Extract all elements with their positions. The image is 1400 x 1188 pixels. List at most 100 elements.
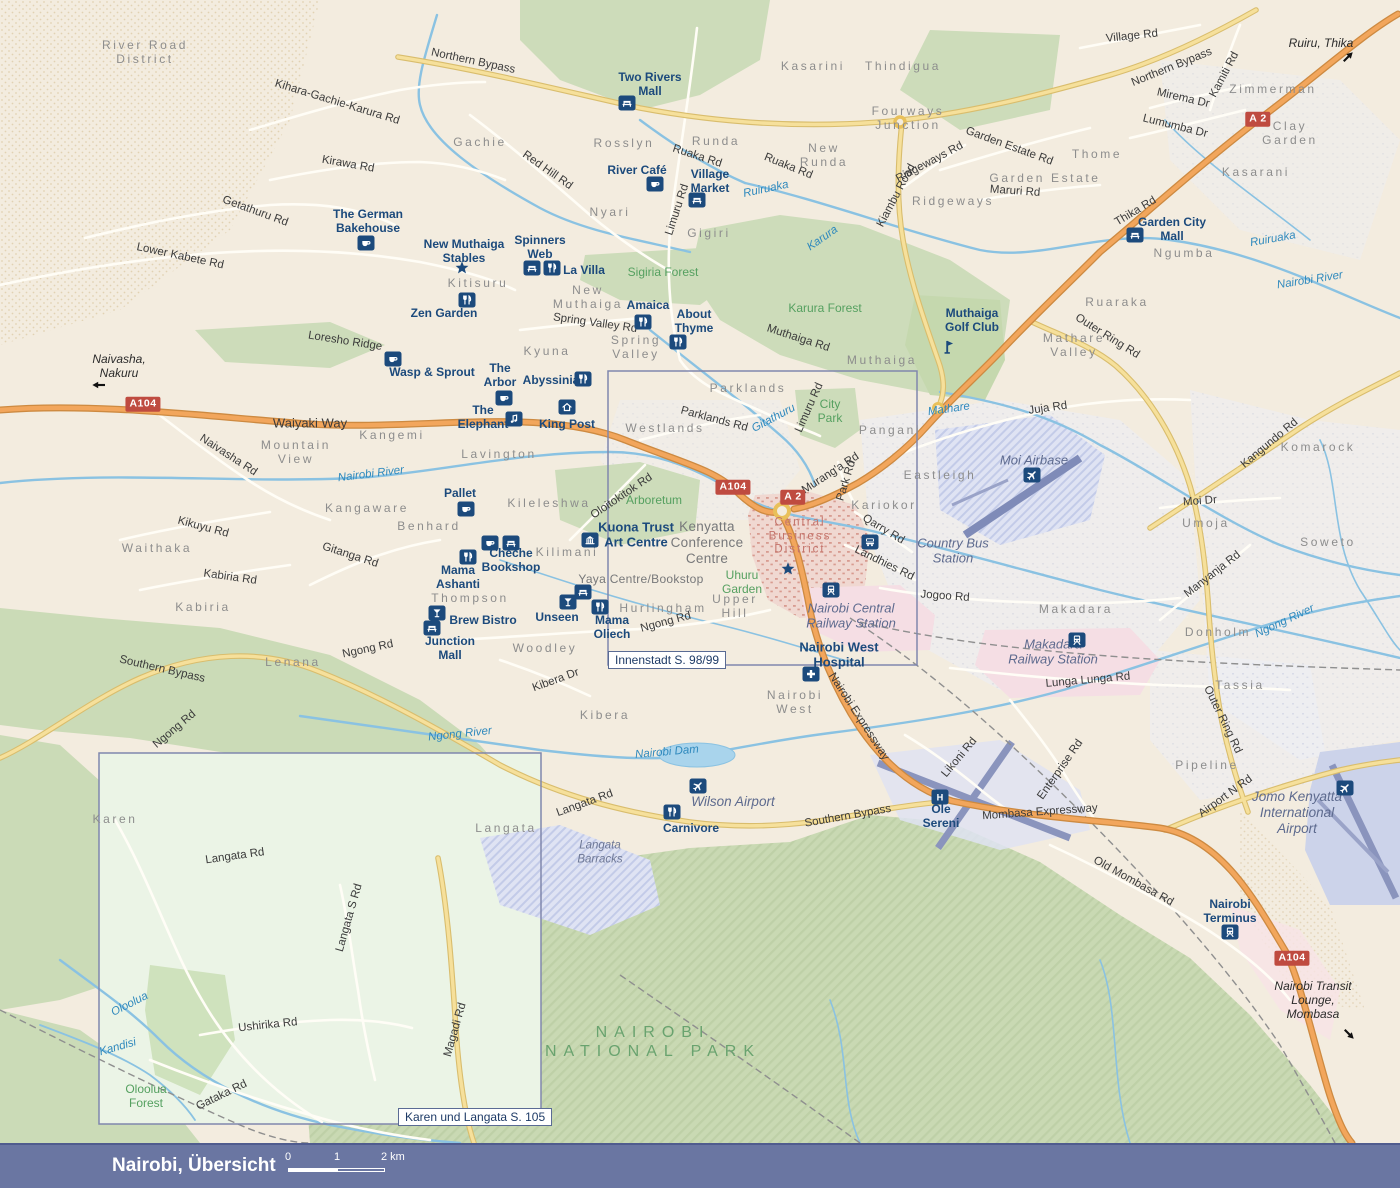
bench-icon xyxy=(524,261,541,276)
map-label: Getathuru Rd xyxy=(220,194,290,230)
map-label: The German Bakehouse xyxy=(333,207,403,235)
map-label: New Muthaiga xyxy=(553,283,623,311)
map-label: Ruaka Rd xyxy=(762,151,814,183)
road-shield: A104 xyxy=(715,480,750,495)
map-label: Lumumba Dr xyxy=(1141,112,1209,141)
map-label: Zimmerman xyxy=(1229,82,1316,96)
map-label: Waithaka xyxy=(122,541,192,555)
map-label: Nairobi River xyxy=(337,464,405,486)
map-label: Thome xyxy=(1072,147,1122,161)
map-label: Village Rd xyxy=(1105,28,1158,47)
map-label: Mountain View xyxy=(261,438,331,466)
train-icon xyxy=(1069,633,1086,648)
map-label: Langata xyxy=(475,821,537,835)
map-label: Limuru Rd xyxy=(793,381,827,435)
map-label: Kihara-Gachie-Karura Rd xyxy=(273,78,401,129)
map-label: Naivasha Rd xyxy=(197,432,260,479)
home-icon xyxy=(559,400,576,415)
coffee-icon xyxy=(358,236,375,251)
map-label: Northern Bypass xyxy=(430,46,517,77)
map-label: Ridgeways xyxy=(912,194,994,208)
map-label: Yaya Centre/Bookstop xyxy=(578,572,703,586)
arrow-icon xyxy=(1338,1023,1361,1046)
map-label: The Arbor xyxy=(484,361,517,389)
map-label: The Elephant xyxy=(458,403,509,431)
map-label: Kangemi xyxy=(359,428,425,442)
map-label: Langata Rd xyxy=(205,846,266,868)
map-label: Kabiria xyxy=(175,600,231,614)
map-label: New Runda xyxy=(800,141,848,169)
map-label: Lower Kabete Rd xyxy=(135,241,225,273)
map-label: Gitathuru xyxy=(750,402,798,436)
map-label: Waiyaki Way xyxy=(273,415,347,430)
bench-icon xyxy=(689,193,706,208)
map-label: Wasp & Sprout xyxy=(389,365,475,379)
map-label: Ruaka Rd xyxy=(671,143,724,172)
map-label: Fourways Junction xyxy=(872,104,945,132)
map-label: Thompson xyxy=(431,591,509,605)
map-label: Moi Dr xyxy=(1183,494,1218,510)
map-label: Parklands Rd xyxy=(679,405,749,436)
map-label: Garden Estate xyxy=(989,171,1100,185)
scale-tick-1: 1 xyxy=(334,1151,340,1163)
cross-icon xyxy=(803,667,820,682)
map-label: Mathare xyxy=(927,400,971,419)
bench-icon xyxy=(575,585,592,600)
svg-text:H: H xyxy=(937,792,944,802)
museum-icon xyxy=(582,533,599,548)
map-label: Limuru Rd xyxy=(663,183,692,238)
map-label: Jomo Kenyatta International Airport xyxy=(1246,789,1349,837)
map-label: Kenyatta Conference Centre xyxy=(671,519,744,567)
map-label: Lenana xyxy=(265,655,321,669)
map-label: New Muthaiga Stables xyxy=(424,237,505,265)
map-label: Kandisi xyxy=(98,1036,138,1059)
map-label: Likoni Rd xyxy=(939,735,980,780)
map-label: Oloolua Forest xyxy=(125,1082,166,1110)
map-label: Mathare Valley xyxy=(1043,331,1105,359)
map-label: Lunga Lunga Rd xyxy=(1045,671,1131,692)
bench-icon xyxy=(424,621,441,636)
map-label: Naivasha, Nakuru xyxy=(92,352,145,380)
scale-tick-0: 0 xyxy=(285,1151,291,1163)
map-label: Nairobi Transit Lounge, Mombasa xyxy=(1274,979,1351,1021)
map-label: Murang'a Rd xyxy=(800,450,862,497)
map-label: Mombasa Expressway xyxy=(982,802,1098,824)
map-label: Nairobi Central Railway Station xyxy=(806,601,896,632)
map-label: Lavington xyxy=(461,447,536,461)
map-label: River Café xyxy=(607,163,666,177)
map-label: Mama Ashanti xyxy=(436,563,480,591)
map-label: Southern Bypass xyxy=(118,654,206,687)
map-label: Brew Bistro xyxy=(449,613,516,627)
map-label: Kibera Dr xyxy=(531,666,581,695)
scale-segment-solid xyxy=(288,1168,337,1172)
map-label: Ruiruaka xyxy=(742,179,790,202)
bench-icon xyxy=(619,96,636,111)
map-label: Parklands xyxy=(710,381,787,395)
footer-bar: Nairobi, Übersicht 0 1 2 km xyxy=(0,1143,1400,1188)
map-label: Nairobi West xyxy=(767,688,823,716)
scale-segment-outline xyxy=(337,1168,385,1172)
map-label: Gachie xyxy=(453,135,507,149)
road-shield: A104 xyxy=(1274,951,1309,966)
map-label: Two Rivers Mall xyxy=(618,70,681,98)
map-label: Junction Mall xyxy=(425,634,475,662)
map-label: Outer Ring Rd xyxy=(1072,312,1142,362)
coffee-icon xyxy=(482,536,499,551)
map-label: Westlands xyxy=(625,421,704,435)
map-label: Hurlingham xyxy=(619,601,706,615)
restaurant-icon xyxy=(460,550,477,565)
map-label: Kuona Trust Art Centre xyxy=(598,520,674,551)
map-label: Kibera xyxy=(580,708,630,722)
restaurant-icon xyxy=(544,261,561,276)
map-label: Ngumba xyxy=(1154,246,1215,260)
map-label: Park Rd xyxy=(834,459,859,503)
map-label: Karen xyxy=(92,812,137,826)
cocktail-icon xyxy=(429,606,446,621)
arrow-icon xyxy=(91,377,107,393)
map-label: Kyuna xyxy=(523,344,570,358)
map-label: Tassia xyxy=(1215,678,1265,692)
map-label: Kamiti Rd xyxy=(1207,50,1242,100)
map-label: Maruri Rd xyxy=(989,183,1040,200)
map-label: Country Bus Station xyxy=(917,536,989,567)
map-label: Abyssinia xyxy=(523,373,580,387)
